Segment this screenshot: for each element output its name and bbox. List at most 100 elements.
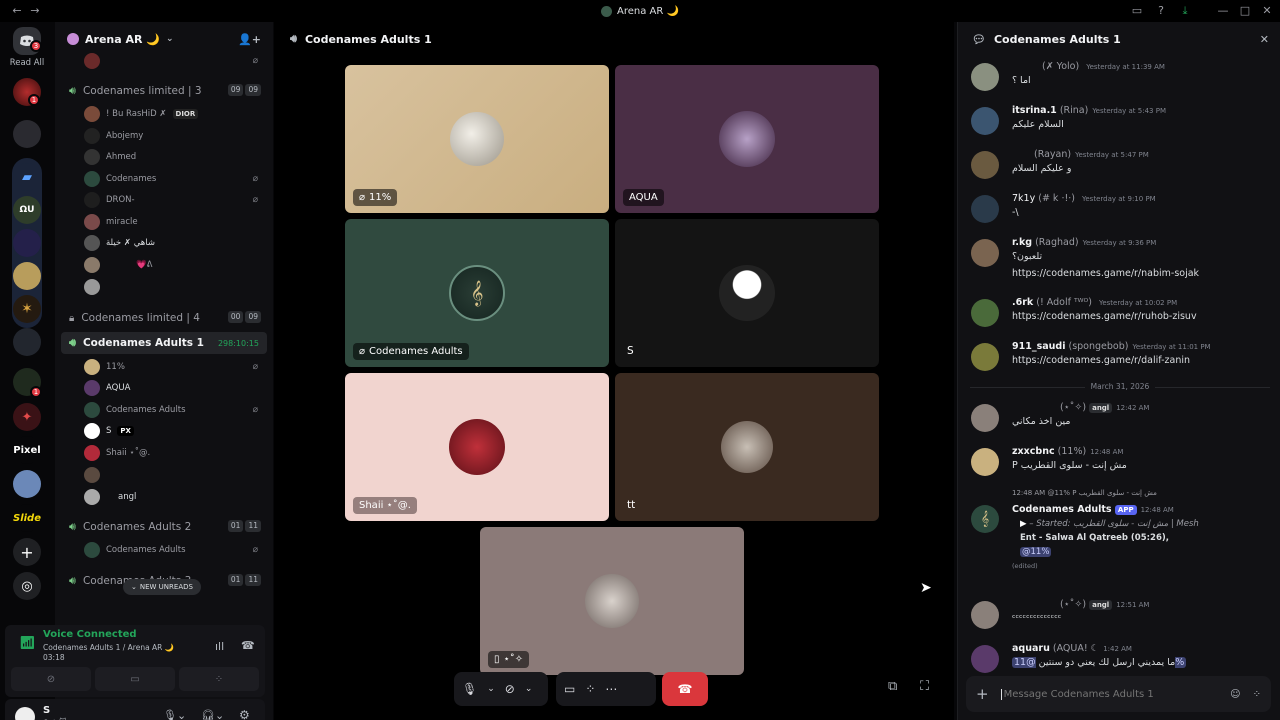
emoji-icon[interactable]: ☺ bbox=[1230, 689, 1240, 700]
voice-user[interactable]: 💗ᕕ bbox=[84, 255, 264, 275]
voice-user[interactable]: DRON- ⌀ bbox=[84, 190, 264, 210]
activities-icon[interactable]: ⁘ bbox=[585, 682, 595, 696]
avatar[interactable] bbox=[971, 601, 999, 629]
voice-user[interactable]: ! Bu RasHiD ✗ DIOR bbox=[84, 104, 264, 124]
maximize-icon[interactable]: □ bbox=[1238, 4, 1252, 18]
voice-user[interactable] bbox=[84, 277, 264, 297]
avatar[interactable] bbox=[971, 107, 999, 135]
participant-tile[interactable]: ▯ ⋆˚✧ bbox=[480, 527, 744, 675]
server-avatar[interactable]: ✦ bbox=[13, 403, 41, 431]
avatar[interactable] bbox=[971, 645, 999, 673]
new-unreads-pill[interactable]: ⌄ NEW UNREADS bbox=[123, 579, 201, 595]
participant-tile[interactable]: tt bbox=[615, 373, 879, 521]
camera-off-icon[interactable]: ⊘ bbox=[505, 682, 515, 696]
message-input[interactable] bbox=[1000, 688, 1201, 700]
server-pixel[interactable]: Pixel bbox=[13, 436, 41, 464]
avatar bbox=[84, 257, 100, 273]
voice-channel-name[interactable]: Codenames Adults 1 / Arena AR 🌙 bbox=[43, 643, 174, 652]
server-tag: PX bbox=[117, 426, 134, 436]
voice-user[interactable]: Codenames Adults ⌀ bbox=[84, 540, 264, 560]
server-avatar[interactable] bbox=[13, 470, 41, 498]
invite-user-icon[interactable]: 👤+ bbox=[238, 33, 261, 46]
participant-tile[interactable]: S bbox=[615, 219, 879, 367]
activities-button[interactable]: ⁘ bbox=[179, 667, 259, 691]
server-slide[interactable]: Slide bbox=[13, 504, 41, 532]
voice-user[interactable]: AQUA bbox=[84, 378, 264, 398]
voice-user[interactable]: 11% ⌀ bbox=[84, 357, 264, 377]
participant-label: AQUA bbox=[623, 189, 664, 206]
folder-icon[interactable]: ▰ bbox=[13, 163, 41, 191]
voice-user[interactable]: Codenames ⌀ bbox=[84, 169, 264, 189]
avatar[interactable] bbox=[971, 63, 999, 91]
voice-user[interactable]: angl bbox=[84, 487, 264, 507]
avatar[interactable] bbox=[971, 343, 999, 371]
channel-codenames-limited-3[interactable]: 🔊︎ Codenames limited | 3 09 09 bbox=[61, 80, 267, 102]
screen-share-icon[interactable]: ▭ bbox=[564, 682, 575, 696]
disconnect-icon[interactable]: ☎︎ bbox=[241, 639, 255, 652]
camera-off-button[interactable]: ⊘ bbox=[11, 667, 91, 691]
camera-off-icon: ⊘ bbox=[46, 673, 56, 685]
add-server-icon[interactable]: + bbox=[13, 538, 41, 566]
channel-codenames-limited-4[interactable]: 🔒︎ Codenames limited | 4 00 09 bbox=[61, 307, 267, 329]
voice-user[interactable] bbox=[84, 465, 264, 485]
avatar[interactable] bbox=[971, 195, 999, 223]
voice-user[interactable]: شاهي ✗ خيلة bbox=[84, 233, 264, 253]
chevron-down-icon[interactable]: ⌄ bbox=[525, 684, 533, 694]
voice-user[interactable]: ⌀ bbox=[84, 51, 264, 71]
microphone-icon[interactable]: 🎙︎⌄ bbox=[163, 709, 186, 720]
voice-user[interactable]: S PX bbox=[84, 421, 264, 441]
fullscreen-icon[interactable]: ⛶ bbox=[920, 679, 929, 694]
noise-suppression-icon[interactable]: ıll bbox=[215, 640, 224, 653]
server-avatar[interactable]: ✶ bbox=[13, 295, 41, 323]
disconnect-button[interactable]: ☎︎ bbox=[662, 672, 708, 706]
add-attachment-icon[interactable]: + bbox=[976, 685, 989, 703]
server-avatar[interactable] bbox=[13, 262, 41, 290]
popout-icon[interactable]: ⧉ bbox=[888, 679, 897, 694]
voice-user[interactable]: miracle bbox=[84, 212, 264, 232]
close-window-icon[interactable]: ✕ bbox=[1260, 4, 1274, 18]
inbox-icon[interactable]: ▭ bbox=[1130, 4, 1144, 18]
voice-user[interactable]: Shaii ⋆˚@. bbox=[84, 443, 264, 463]
share-screen-button[interactable]: ▭ bbox=[95, 667, 175, 691]
game-link[interactable]: https://codenames.game/r/dalif-zanin bbox=[1012, 355, 1190, 366]
server-avatar[interactable] bbox=[13, 328, 41, 356]
avatar[interactable] bbox=[971, 239, 999, 267]
minimize-icon[interactable]: — bbox=[1216, 4, 1230, 18]
participant-tile[interactable]: Shaii ⋆˚@. bbox=[345, 373, 609, 521]
voice-user[interactable]: Codenames Adults ⌀ bbox=[84, 400, 264, 420]
apps-icon[interactable]: ⁘ bbox=[1253, 689, 1261, 700]
mic-control[interactable]: 🎙︎ ⌄ ⊘ ⌄ bbox=[454, 672, 548, 706]
channel-codenames-adults-1[interactable]: 🔊︎ Codenames Adults 1 298:10:15 bbox=[61, 332, 267, 354]
avatar[interactable] bbox=[971, 299, 999, 327]
voice-user[interactable]: Abojemy bbox=[84, 126, 264, 146]
muted-icon: ⌀ bbox=[252, 56, 258, 66]
microphone-icon[interactable]: 🎙︎ bbox=[462, 682, 477, 696]
participant-tile[interactable]: ⌀ 11% bbox=[345, 65, 609, 213]
avatar[interactable] bbox=[971, 448, 999, 476]
headphones-icon[interactable]: 🎧︎⌄ bbox=[201, 709, 224, 720]
user-mention[interactable]: @11% bbox=[1020, 547, 1052, 557]
close-icon[interactable]: ✕ bbox=[1260, 33, 1269, 46]
voice-status[interactable]: Voice Connected bbox=[43, 629, 137, 640]
more-options-icon[interactable]: ⋯ bbox=[605, 682, 617, 696]
server-folder[interactable] bbox=[13, 120, 41, 148]
chevron-down-icon[interactable]: ⌄ bbox=[487, 684, 495, 694]
reply-preview[interactable]: 12:48 AM @11% P مش إنت - سلوى القطريب bbox=[1012, 489, 1157, 497]
server-avatar[interactable]: ΩU bbox=[13, 196, 41, 224]
settings-gear-icon[interactable]: ⚙︎ bbox=[239, 708, 250, 720]
download-icon[interactable]: ⤓ bbox=[1178, 4, 1192, 18]
read-all-link[interactable]: Read All bbox=[6, 58, 48, 68]
server-avatar[interactable] bbox=[13, 229, 41, 257]
discover-icon[interactable]: ◎ bbox=[13, 572, 41, 600]
treble-clef-icon[interactable]: 𝄞 bbox=[971, 505, 999, 533]
participant-tile[interactable]: 𝄞 ⌀ Codenames Adults bbox=[345, 219, 609, 367]
help-icon[interactable]: ? bbox=[1154, 4, 1168, 18]
channel-codenames-adults-2[interactable]: 🔊︎ Codenames Adults 2 01 11 bbox=[61, 516, 267, 538]
game-link[interactable]: https://codenames.game/r/ruhob-zisuv bbox=[1012, 311, 1197, 322]
avatar[interactable] bbox=[971, 404, 999, 432]
game-link[interactable]: https://codenames.game/r/nabim-sojak bbox=[1012, 268, 1199, 279]
avatar[interactable] bbox=[971, 151, 999, 179]
participant-tile[interactable]: AQUA bbox=[615, 65, 879, 213]
avatar[interactable] bbox=[15, 707, 35, 720]
voice-user[interactable]: Ahmed bbox=[84, 147, 264, 167]
